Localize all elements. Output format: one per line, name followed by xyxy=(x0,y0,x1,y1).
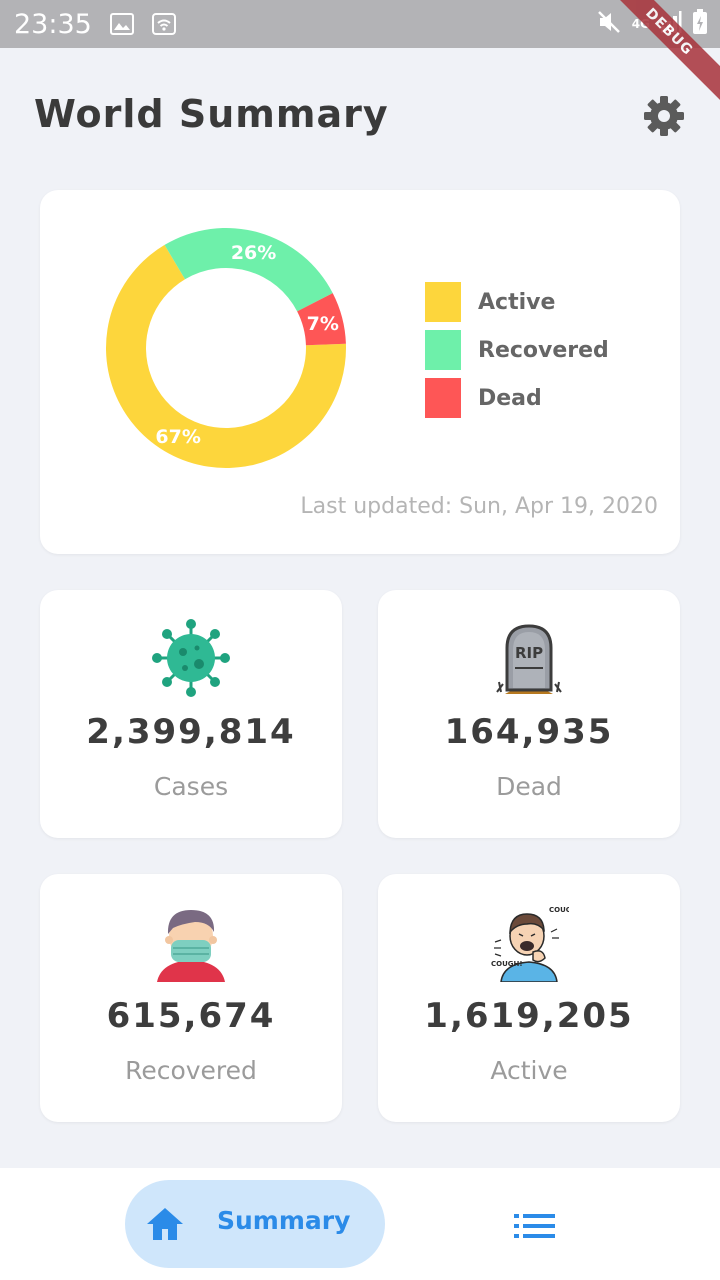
donut-chart: 67% 26% 7% xyxy=(106,228,346,468)
stat-card-dead[interactable]: RIP 164,935 Dead xyxy=(378,590,680,838)
donut-label-recovered: 26% xyxy=(231,242,276,264)
status-bar: 23:35 4G xyxy=(0,0,720,48)
donut-label-active: 67% xyxy=(155,426,200,448)
home-icon xyxy=(145,1204,185,1244)
stat-card-active[interactable]: COUGH! COUGH! 1,619,205 Active xyxy=(378,874,680,1122)
legend-label-recovered: Recovered xyxy=(478,337,609,363)
dead-label: Dead xyxy=(496,772,562,801)
legend-label-dead: Dead xyxy=(478,385,542,411)
masked-person-icon xyxy=(151,902,231,982)
nav-tab-summary[interactable]: Summary xyxy=(125,1180,385,1268)
mute-icon xyxy=(596,9,622,39)
chart-legend: Active Recovered Dead xyxy=(425,278,609,422)
svg-text:COUGH!: COUGH! xyxy=(491,960,523,968)
active-value: 1,619,205 xyxy=(424,996,634,1036)
recovered-label: Recovered xyxy=(125,1056,257,1085)
page-title: World Summary xyxy=(34,92,389,136)
legend-item-active: Active xyxy=(425,278,609,326)
coughing-person-icon: COUGH! COUGH! xyxy=(489,902,581,983)
cases-label: Cases xyxy=(153,772,229,801)
virus-icon xyxy=(151,618,231,698)
donut-slice-recovered xyxy=(164,228,333,312)
list-icon[interactable] xyxy=(514,1212,556,1240)
active-label: Active xyxy=(490,1056,568,1085)
wifi-notification-icon xyxy=(151,13,176,35)
battery-charging-icon xyxy=(692,9,708,39)
stat-card-cases[interactable]: 2,399,814 Cases xyxy=(40,590,342,838)
svg-text:COUGH!: COUGH! xyxy=(549,906,569,914)
stat-card-recovered[interactable]: 615,674 Recovered xyxy=(40,874,342,1122)
recovered-value: 615,674 xyxy=(106,996,276,1036)
legend-swatch-active xyxy=(425,282,461,322)
status-time: 23:35 xyxy=(14,8,92,40)
last-updated-text: Last updated: Sun, Apr 19, 2020 xyxy=(300,494,658,519)
legend-swatch-recovered xyxy=(425,330,461,370)
gear-icon[interactable] xyxy=(642,94,686,138)
svg-text:RIP: RIP xyxy=(515,644,543,662)
dead-value: 164,935 xyxy=(444,712,614,752)
legend-swatch-dead xyxy=(425,378,461,418)
tombstone-icon: RIP xyxy=(489,618,569,698)
summary-chart-card: 67% 26% 7% Active Recovered Dead Last upda… xyxy=(40,190,680,554)
bottom-navigation: Summary xyxy=(0,1168,720,1280)
donut-label-dead: 7% xyxy=(307,313,339,335)
image-notification-icon xyxy=(109,13,134,35)
legend-item-recovered: Recovered xyxy=(425,326,609,374)
legend-item-dead: Dead xyxy=(425,374,609,422)
nav-tab-summary-label: Summary xyxy=(217,1206,351,1235)
cases-value: 2,399,814 xyxy=(86,712,296,752)
legend-label-active: Active xyxy=(478,289,556,315)
